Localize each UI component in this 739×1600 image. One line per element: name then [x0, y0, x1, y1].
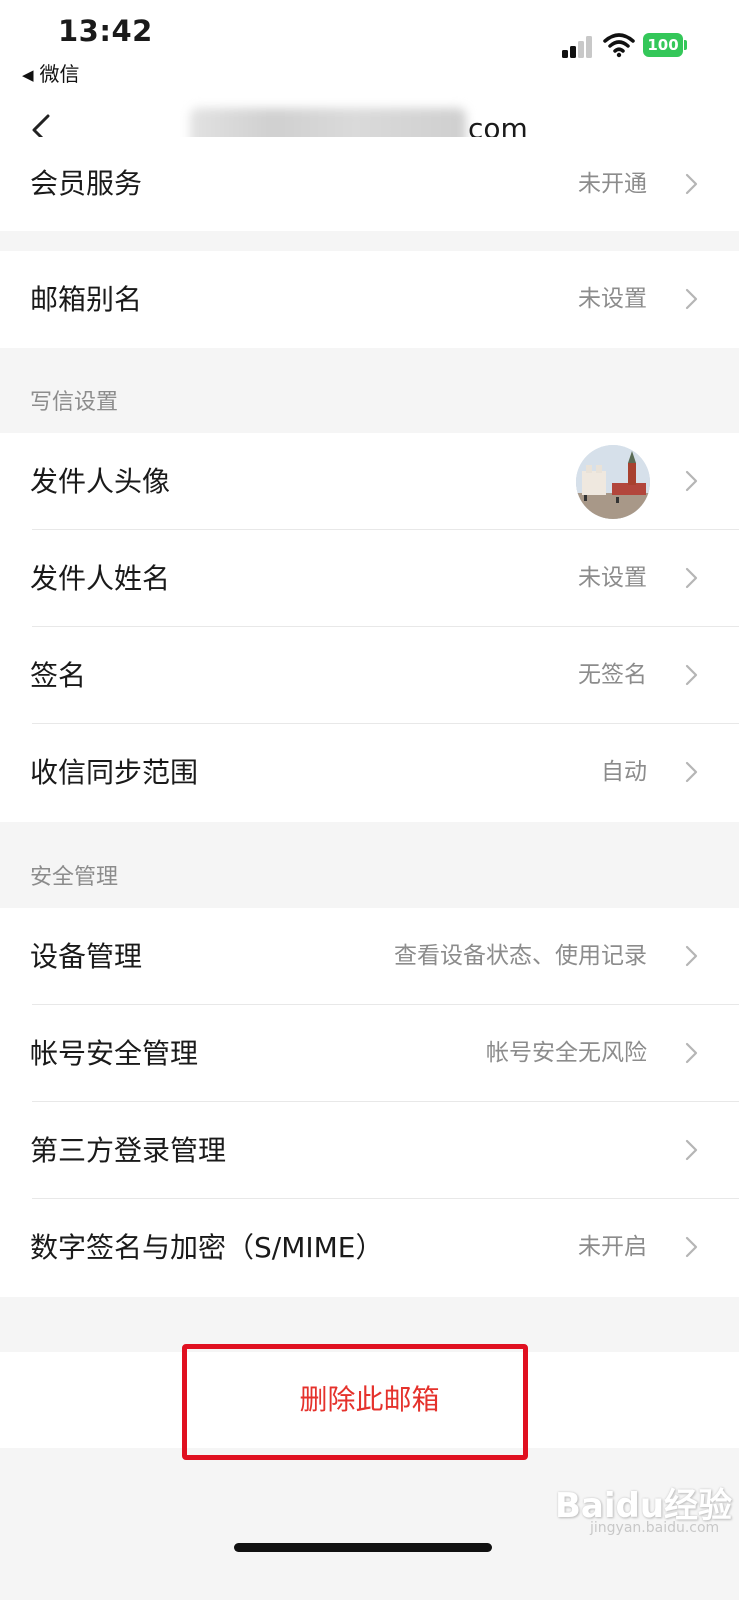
row-sender-name[interactable]: 发件人姓名 未设置 [0, 530, 739, 627]
chevron-right-icon [685, 1236, 698, 1258]
chevron-right-icon [685, 288, 698, 310]
highlight-box [182, 1344, 528, 1460]
sender-avatar [576, 445, 650, 519]
avatar-photo [576, 445, 650, 519]
section-title-compose: 写信设置 [30, 390, 119, 415]
compose-group: 发件人头像 发件人姓名 未设置 签名 无签名 收信同步范围 自动 [0, 433, 739, 822]
back-to-wechat-link[interactable]: ◀ 微信 [22, 58, 80, 87]
chevron-right-icon [685, 1042, 698, 1064]
row-label: 收信同步范围 [30, 756, 199, 789]
member-group: 会员服务 未开通 [0, 137, 739, 231]
row-label: 数字签名与加密（S/MIME） [30, 1231, 384, 1264]
back-app-label: 微信 [39, 62, 80, 86]
security-group: 设备管理 查看设备状态、使用记录 帐号安全管理 帐号安全无风险 第三方登录管理 … [0, 908, 739, 1297]
row-signature[interactable]: 签名 无签名 [0, 627, 739, 724]
row-label: 设备管理 [30, 940, 143, 973]
row-value: 无签名 [578, 662, 647, 688]
row-label: 发件人姓名 [30, 562, 171, 595]
chevron-right-icon [685, 664, 698, 686]
status-bar: 13:42 ◀ 微信 100 [0, 0, 739, 100]
status-time: 13:42 [58, 14, 153, 48]
row-device-management[interactable]: 设备管理 查看设备状态、使用记录 [0, 908, 739, 1005]
row-mailbox-alias[interactable]: 邮箱别名 未设置 [0, 251, 739, 348]
row-account-security[interactable]: 帐号安全管理 帐号安全无风险 [0, 1005, 739, 1102]
row-member-service[interactable]: 会员服务 未开通 [0, 137, 739, 231]
chevron-right-icon [685, 173, 698, 195]
section-title-security: 安全管理 [30, 865, 119, 890]
row-value: 未设置 [578, 565, 647, 591]
row-value: 帐号安全无风险 [486, 1040, 647, 1066]
alias-group: 邮箱别名 未设置 [0, 251, 739, 348]
chevron-right-icon [685, 945, 698, 967]
delete-mailbox-row: 删除此邮箱 [0, 1344, 739, 1460]
row-value: 未开启 [578, 1234, 647, 1260]
battery-cap [684, 40, 687, 50]
row-value: 未开通 [578, 171, 647, 197]
chevron-right-icon [685, 761, 698, 783]
row-smime[interactable]: 数字签名与加密（S/MIME） 未开启 [0, 1199, 739, 1296]
battery-level: 100 [647, 36, 679, 54]
wifi-icon [603, 33, 635, 58]
home-indicator[interactable] [234, 1543, 492, 1552]
row-value: 查看设备状态、使用记录 [394, 943, 647, 969]
row-value: 自动 [601, 759, 647, 785]
row-third-party-login[interactable]: 第三方登录管理 [0, 1102, 739, 1199]
row-label: 签名 [30, 659, 87, 692]
battery-icon: 100 [643, 33, 683, 57]
row-label: 第三方登录管理 [30, 1134, 227, 1167]
chevron-right-icon [685, 470, 698, 492]
row-label: 发件人头像 [30, 465, 171, 498]
cellular-signal-icon [562, 34, 594, 58]
baidu-watermark-url: jingyan.baidu.com [590, 1520, 720, 1536]
row-label: 帐号安全管理 [30, 1037, 199, 1070]
row-label: 邮箱别名 [30, 283, 143, 316]
row-value: 未设置 [578, 286, 647, 312]
back-triangle-icon: ◀ [22, 66, 34, 84]
row-label: 会员服务 [30, 167, 143, 200]
chevron-right-icon [685, 1139, 698, 1161]
chevron-right-icon [685, 567, 698, 589]
row-sync-range[interactable]: 收信同步范围 自动 [0, 724, 739, 821]
row-sender-avatar[interactable]: 发件人头像 [0, 433, 739, 530]
